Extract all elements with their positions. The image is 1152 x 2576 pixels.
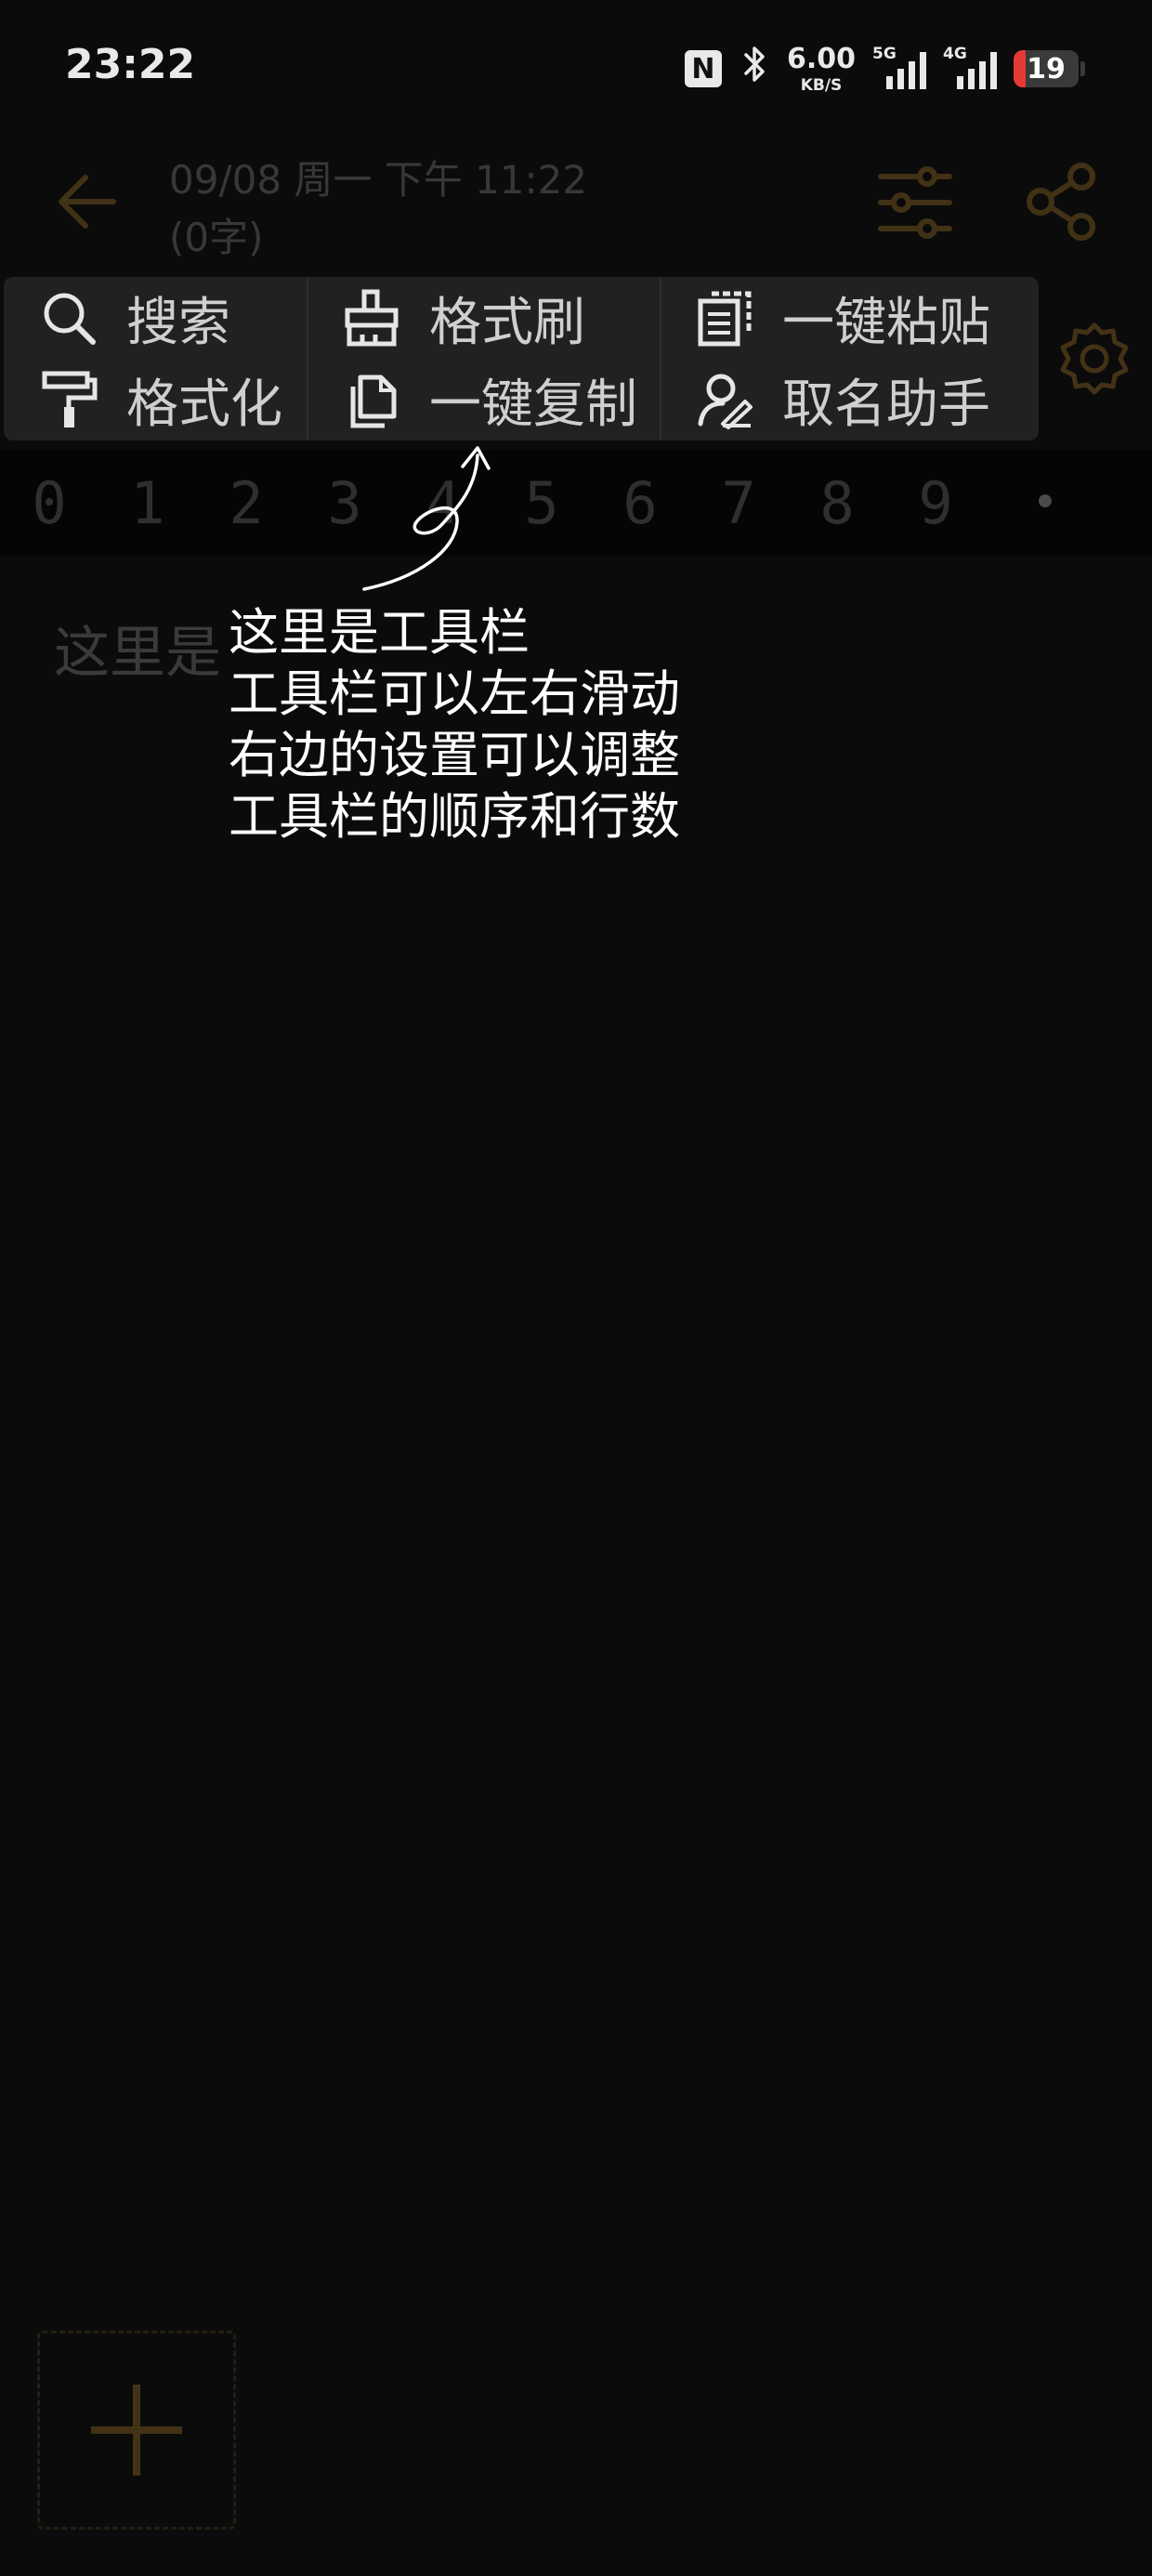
note-date: 09/08 周一 下午 11:22: [169, 157, 588, 203]
digit-key[interactable]: 6: [591, 469, 689, 537]
tutorial-arrow-icon: [362, 446, 491, 591]
add-button[interactable]: [37, 2331, 236, 2530]
status-time: 23:22: [65, 41, 196, 88]
battery-level: 19: [1027, 52, 1066, 85]
user-edit-icon: [698, 374, 753, 429]
tutorial-line: 工具栏可以左右滑动: [229, 664, 680, 723]
network-speed-value: 6.00: [786, 43, 856, 75]
tool-format[interactable]: 格式化: [4, 361, 307, 439]
paint-roller-icon: [42, 371, 98, 427]
network-speed: 6.00 KB/S: [787, 43, 856, 95]
search-icon: [44, 293, 96, 345]
bluetooth-icon: [739, 44, 770, 94]
tutorial-line: 工具栏的顺序和行数: [229, 787, 680, 846]
nfc-icon: N: [684, 50, 722, 87]
plus-icon: [91, 2385, 182, 2476]
battery-cap: [1080, 61, 1085, 76]
tutorial-line: 右边的设置可以调整: [229, 726, 680, 784]
status-icons: N 6.00 KB/S 5G 4G 19: [684, 43, 1085, 95]
signal-5g-icon: 5G: [872, 45, 926, 89]
back-arrow-icon[interactable]: [48, 160, 132, 243]
battery-icon: 19: [1014, 50, 1079, 87]
copy-icon: [350, 375, 397, 428]
network-speed-unit: KB/S: [800, 76, 843, 95]
digit-key[interactable]: 9: [886, 469, 985, 537]
dot-key[interactable]: •: [985, 477, 1106, 529]
editor-placeholder[interactable]: 这里是: [54, 608, 221, 689]
digit-bar: 0 1 2 3 4 5 6 7 8 9 •: [0, 450, 1152, 556]
tool-format-brush[interactable]: 格式刷: [308, 279, 660, 357]
toolbar-column-3: 一键粘贴 取名助手: [661, 277, 1039, 440]
note-char-count: (0字): [169, 215, 264, 260]
digit-key[interactable]: 0: [0, 469, 98, 537]
tool-copy[interactable]: 一键复制: [308, 361, 660, 439]
gear-icon[interactable]: [1055, 320, 1133, 398]
tool-format-label: 格式化: [126, 374, 282, 435]
sliders-icon[interactable]: [873, 164, 957, 242]
signal-4g-icon: 4G: [943, 45, 997, 89]
toolbar-column-2: 格式刷 一键复制: [308, 277, 661, 440]
toolbar-column-1: 搜索 格式化: [4, 277, 308, 440]
tutorial-line: 这里是工具栏: [229, 603, 530, 662]
tutorial-text: 这里是工具栏 工具栏可以左右滑动 右边的设置可以调整 工具栏的顺序和行数: [229, 602, 680, 848]
digit-key[interactable]: 1: [98, 469, 197, 537]
share-icon[interactable]: [1020, 160, 1104, 243]
tool-search[interactable]: 搜索: [4, 279, 307, 357]
digit-key[interactable]: 2: [197, 469, 295, 537]
bluetooth-glyph: [744, 46, 765, 82]
tool-format-brush-label: 格式刷: [429, 292, 585, 353]
signal-5g-bars: [886, 52, 926, 89]
tool-copy-label: 一键复制: [429, 374, 637, 435]
paste-icon: [698, 291, 752, 347]
tool-paste[interactable]: 一键粘贴: [661, 279, 1039, 357]
tool-paste-label: 一键粘贴: [782, 292, 990, 353]
toolbar: 搜索 格式化 格式刷 一键复制 一键粘贴 取名助手: [4, 277, 1039, 440]
tool-naming-assistant[interactable]: 取名助手: [661, 361, 1039, 439]
digit-key[interactable]: 7: [689, 469, 788, 537]
format-brush-icon: [345, 289, 399, 347]
tool-naming-assistant-label: 取名助手: [782, 374, 990, 435]
digit-key[interactable]: 8: [788, 469, 886, 537]
tool-search-label: 搜索: [126, 292, 230, 353]
signal-4g-bars: [957, 52, 997, 89]
screen: 23:22 N 6.00 KB/S 5G 4G 19 09/08 周一 下午 1…: [0, 0, 1152, 2576]
